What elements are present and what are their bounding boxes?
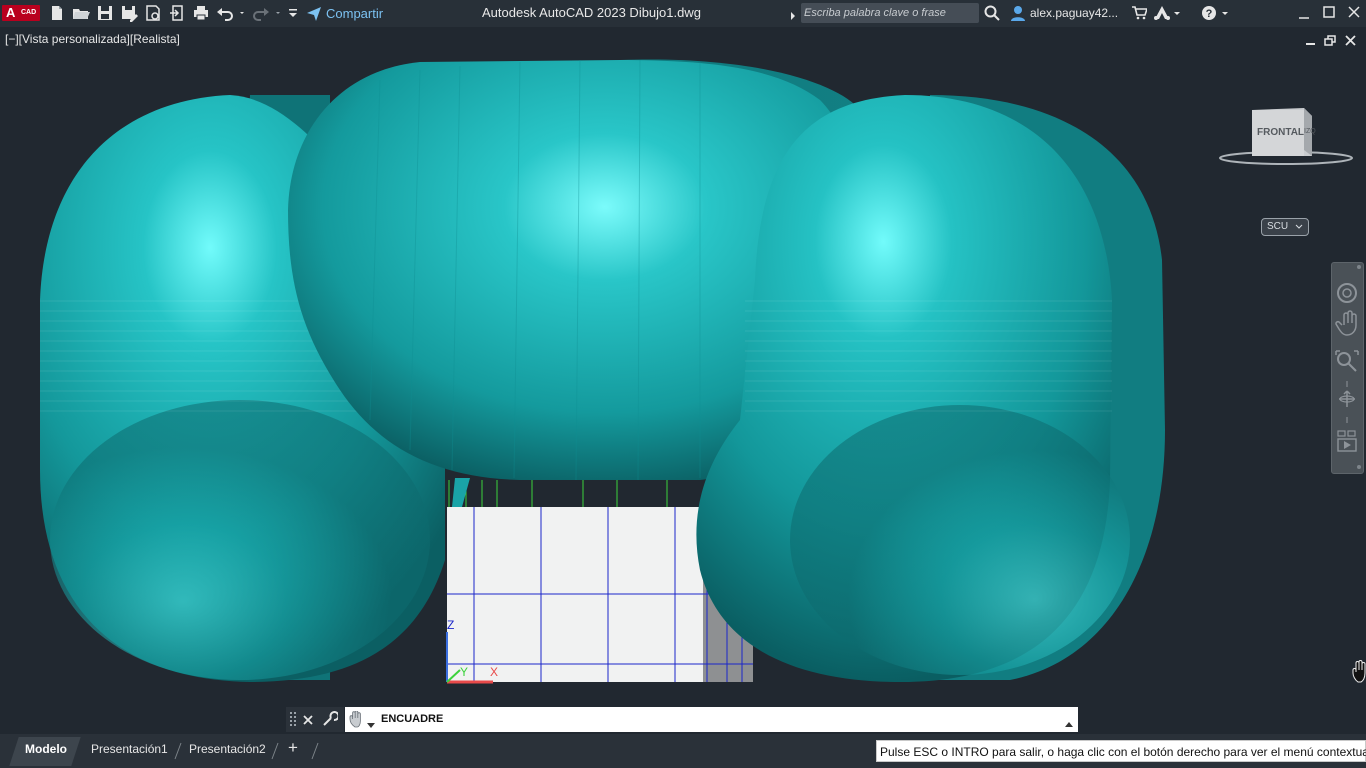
user-icon[interactable] — [1009, 4, 1027, 27]
viewcube[interactable]: FRONTAL IZQ — [1216, 100, 1356, 170]
ucs-label: SCU — [1267, 221, 1289, 232]
undo-icon[interactable] — [216, 4, 244, 22]
command-line-handle[interactable] — [286, 707, 344, 732]
viewport-controls-label[interactable]: [−][Vista personalizada][Realista] — [5, 32, 180, 46]
viewport-close-button[interactable] — [1344, 34, 1358, 46]
tab-modelo[interactable]: Modelo — [25, 742, 67, 756]
close-icon[interactable] — [302, 713, 314, 731]
print-icon[interactable] — [192, 4, 210, 22]
zoom-extents-icon[interactable] — [1334, 347, 1360, 375]
status-message-text: Pulse ESC o INTRO para salir, o haga cli… — [880, 745, 1366, 759]
pan-hand-icon — [349, 710, 365, 733]
app-badge-sub: CAD — [21, 9, 37, 16]
ucs-axis-z-label: Z — [447, 618, 455, 632]
chevron-down-icon — [1295, 224, 1303, 229]
viewport-minimize-button[interactable] — [1304, 34, 1318, 46]
tab-separator — [271, 742, 279, 760]
customize-icon[interactable] — [286, 4, 300, 22]
model-3d-scene — [40, 59, 1165, 684]
add-layout-tab-button[interactable]: + — [288, 738, 298, 758]
status-bar: Modelo Presentación1 Presentación2 + Pul… — [0, 734, 1366, 768]
app-badge-letter: A — [6, 5, 16, 20]
open-icon[interactable] — [72, 4, 90, 22]
tab-separator — [311, 742, 319, 760]
minimize-button[interactable] — [1293, 4, 1315, 22]
command-text: ENCUADRE — [381, 713, 444, 725]
command-input[interactable]: ENCUADRE — [345, 707, 1078, 732]
cart-icon[interactable] — [1131, 6, 1149, 25]
close-button[interactable] — [1343, 4, 1365, 22]
save-icon[interactable] — [96, 4, 114, 22]
status-message: Pulse ESC o INTRO para salir, o haga cli… — [876, 740, 1366, 762]
ucs-axis-x-label: X — [490, 665, 499, 679]
help-icon[interactable]: ? — [1201, 5, 1229, 26]
import-icon[interactable] — [168, 4, 186, 22]
window-title: Autodesk AutoCAD 2023 Dibujo1.dwg — [482, 5, 701, 20]
search-expand-icon[interactable] — [789, 8, 797, 26]
tab-separator — [174, 742, 182, 760]
orbit-icon[interactable] — [1334, 387, 1360, 413]
pan-cursor-icon — [1352, 660, 1366, 689]
showmotion-icon[interactable] — [1334, 427, 1360, 455]
new-icon[interactable] — [48, 4, 66, 22]
send-icon — [307, 6, 321, 21]
pan-hand-icon[interactable] — [1334, 311, 1360, 339]
svg-text:?: ? — [1206, 8, 1213, 20]
maximize-button[interactable] — [1318, 4, 1340, 22]
application-menu-button[interactable]: A CAD — [2, 5, 40, 21]
command-line: ENCUADRE — [286, 707, 1078, 732]
plot-preview-icon[interactable] — [144, 4, 162, 22]
save-as-icon[interactable] — [120, 4, 138, 22]
autodesk-icon[interactable] — [1153, 5, 1181, 26]
search-placeholder: Escriba palabra clave o frase — [804, 7, 946, 19]
tab-presentacion2[interactable]: Presentación2 — [189, 742, 266, 756]
title-bar: A CAD Compartir Autodesk AutoCAD 2023 Di… — [0, 0, 1366, 27]
viewcube-front-face[interactable]: FRONTAL — [1257, 127, 1304, 138]
drawing-viewport[interactable]: Z Y X — [0, 27, 1366, 732]
customize-wrench-icon[interactable] — [322, 711, 340, 732]
redo-icon[interactable] — [252, 4, 280, 22]
full-navigation-wheel-icon[interactable] — [1334, 277, 1360, 307]
viewport-restore-button[interactable] — [1324, 34, 1338, 46]
user-name[interactable]: alex.paguay42... — [1030, 6, 1118, 20]
chevron-down-icon[interactable] — [367, 716, 375, 734]
search-icon[interactable] — [984, 5, 1000, 26]
share-label: Compartir — [326, 6, 384, 21]
search-input[interactable]: Escriba palabra clave o frase — [801, 3, 979, 23]
tab-presentacion1[interactable]: Presentación1 — [91, 742, 168, 756]
ucs-menu-button[interactable]: SCU — [1261, 218, 1309, 236]
ucs-axis-y-label: Y — [460, 665, 469, 679]
command-history-chevron-icon[interactable] — [1065, 715, 1073, 733]
share-button[interactable]: Compartir — [306, 5, 383, 22]
navigation-bar — [1331, 262, 1364, 474]
viewcube-left-face[interactable]: IZQ — [1304, 128, 1316, 135]
